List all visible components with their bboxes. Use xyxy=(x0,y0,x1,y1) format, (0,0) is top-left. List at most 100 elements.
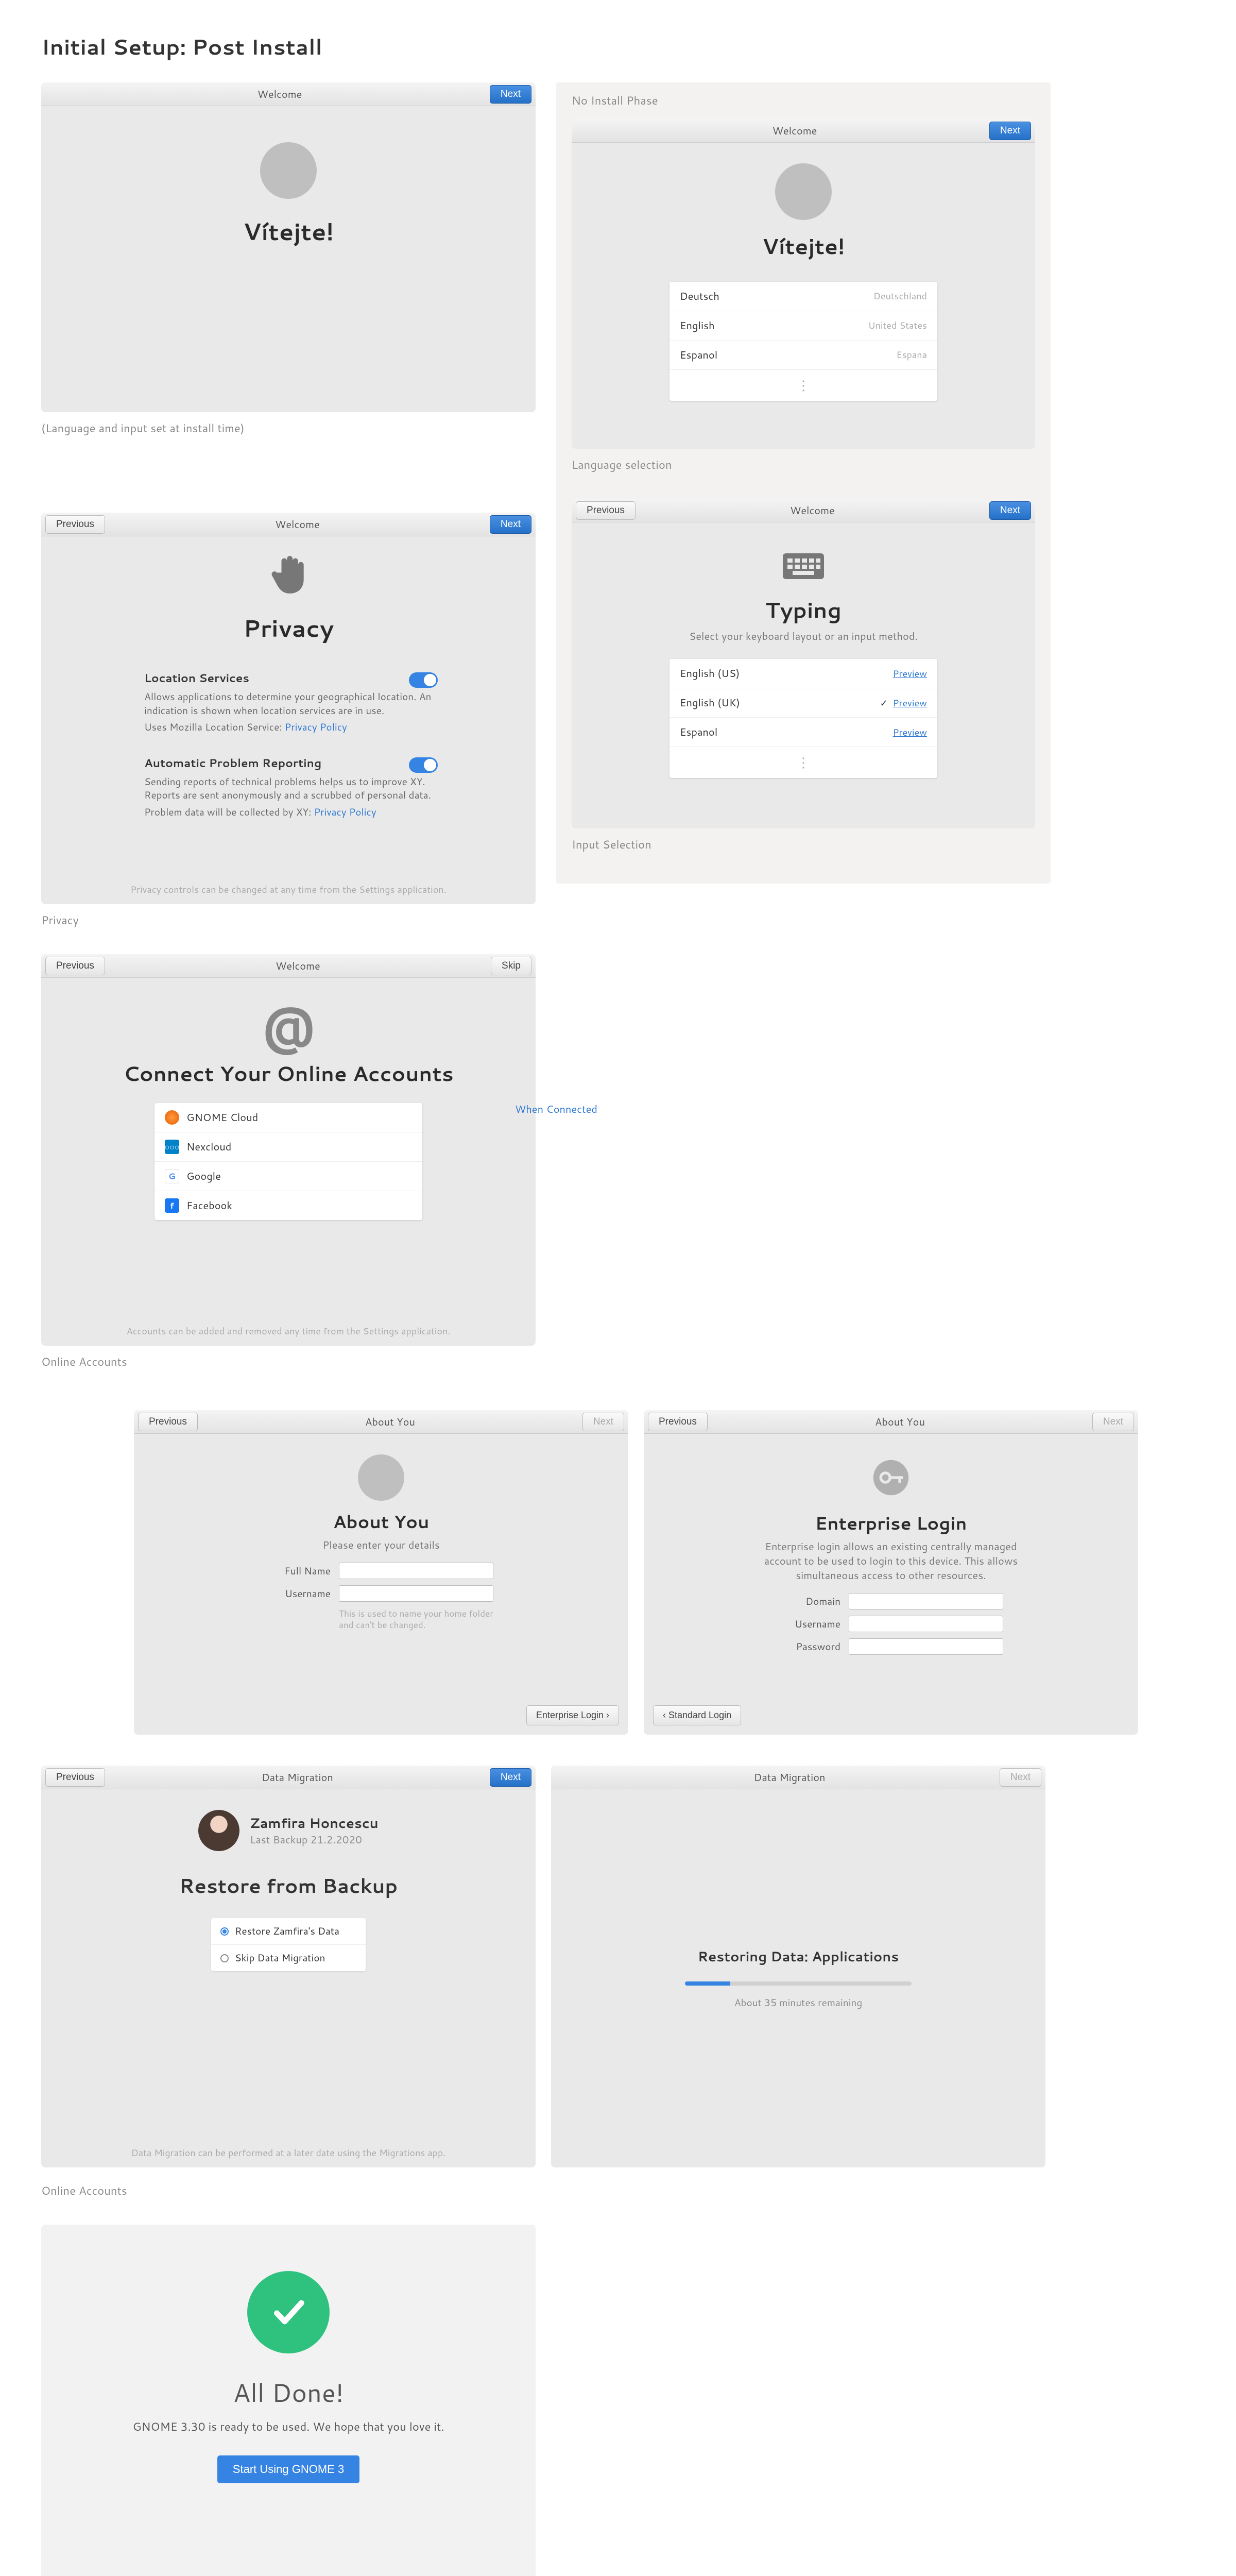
next-button[interactable]: Next xyxy=(1092,1413,1134,1431)
restore-options: Restore Zamfira's Data Skip Data Migrati… xyxy=(211,1918,366,1971)
language-list: DeutschDeutschland EnglishUnited States … xyxy=(670,282,937,401)
privacy-policy-link[interactable]: Privacy Policy xyxy=(285,720,347,734)
privacy-window: Previous Welcome Next Privacy Location S… xyxy=(41,513,536,904)
hand-icon xyxy=(265,552,312,603)
lang-row[interactable]: DeutschDeutschland xyxy=(670,282,937,311)
previous-button[interactable]: Previous xyxy=(45,1768,105,1787)
caption-welcome: (Language and input set at install time) xyxy=(41,420,536,436)
previous-button[interactable]: Previous xyxy=(576,501,636,520)
next-button[interactable]: Next xyxy=(989,501,1031,520)
location-heading: Location Services xyxy=(144,670,433,686)
typing-subtitle: Select your keyboard layout or an input … xyxy=(689,629,918,643)
kb-row[interactable]: English (US)Preview xyxy=(670,659,937,688)
window-title: About You xyxy=(198,1415,582,1429)
preview-link[interactable]: Preview xyxy=(893,696,927,709)
enterprise-title: Enterprise Login xyxy=(815,1511,967,1535)
typing-title: Typing xyxy=(765,594,842,625)
location-desc: Allows applications to determine your ge… xyxy=(144,690,433,718)
lang-row[interactable]: EnglishUnited States xyxy=(670,311,937,341)
next-button[interactable]: Next xyxy=(582,1413,624,1431)
fullname-label: Full Name xyxy=(269,1564,331,1578)
kb-row[interactable]: EspanolPreview xyxy=(670,718,937,747)
fullname-input[interactable] xyxy=(339,1563,493,1579)
lang-row[interactable]: EspanolEspana xyxy=(670,341,937,370)
welcome-window: . Welcome Next Vítejte! xyxy=(41,82,536,412)
next-button-disabled: Next xyxy=(1000,1768,1041,1787)
previous-button[interactable]: Previous xyxy=(138,1413,198,1431)
restore-footnote: Data Migration can be performed at a lat… xyxy=(41,2146,536,2159)
accounts-list: GNOME Cloud ○○○Nexcloud GGoogle fFaceboo… xyxy=(154,1103,422,1220)
account-row-gnome[interactable]: GNOME Cloud xyxy=(154,1103,422,1132)
restoring-window: . Data Migration Next Restoring Data: Ap… xyxy=(551,1766,1045,2167)
window-title: About You xyxy=(708,1415,1092,1429)
privacy-footnote: Privacy controls can be changed at any t… xyxy=(41,883,536,896)
keyboard-icon xyxy=(780,548,827,589)
start-using-button[interactable]: Start Using GNOME 3 xyxy=(217,2455,359,2483)
accounts-window: Previous Welcome Skip @ Connect Your Onl… xyxy=(41,954,536,1346)
window-title: Welcome xyxy=(105,959,491,973)
checkmark-icon xyxy=(247,2271,330,2353)
kb-row[interactable]: English (UK)✓Preview xyxy=(670,688,937,718)
avatar-placeholder xyxy=(358,1454,404,1501)
previous-button[interactable]: Previous xyxy=(45,957,105,975)
enterprise-window: Previous About You Next Enterprise Login… xyxy=(644,1410,1138,1735)
next-button[interactable]: Next xyxy=(490,515,531,534)
next-button[interactable]: Next xyxy=(490,85,531,104)
about-subtitle: Please enter your details xyxy=(322,1538,440,1552)
avatar-placeholder xyxy=(260,142,317,199)
location-services-item: Location Services Allows applications to… xyxy=(144,670,433,735)
nextcloud-icon: ○○○ xyxy=(165,1140,179,1154)
privacy-title: Privacy xyxy=(243,611,334,645)
username-input[interactable] xyxy=(339,1585,493,1602)
apr-toggle[interactable] xyxy=(409,757,438,773)
next-button[interactable]: Next xyxy=(490,1768,531,1787)
window-title: Welcome xyxy=(636,503,989,518)
keyboard-list: English (US)Preview English (UK)✓Preview… xyxy=(670,659,937,778)
previous-button[interactable]: Previous xyxy=(45,515,105,534)
window-title: Welcome xyxy=(70,87,490,101)
standard-login-button[interactable]: ‹ Standard Login xyxy=(653,1705,741,1725)
progress-bar xyxy=(685,1981,912,1986)
account-row-facebook[interactable]: fFacebook xyxy=(154,1191,422,1220)
restore-title: Restore from Backup xyxy=(179,1872,398,1900)
about-you-window: Previous About You Next About You Please… xyxy=(134,1410,628,1735)
account-row-nextcloud[interactable]: ○○○Nexcloud xyxy=(154,1132,422,1162)
preview-link[interactable]: Preview xyxy=(893,725,927,739)
radio-off-icon xyxy=(220,1954,229,1962)
password-input[interactable] xyxy=(849,1638,1003,1655)
preview-link[interactable]: Preview xyxy=(893,667,927,680)
more-row[interactable]: ⋮ xyxy=(670,747,937,778)
window-title: Welcome xyxy=(600,124,989,138)
restore-option[interactable]: Skip Data Migration xyxy=(211,1945,366,1971)
caption-input: Input Selection xyxy=(572,837,1035,853)
location-toggle[interactable] xyxy=(409,672,438,688)
caption-privacy: Privacy xyxy=(41,912,536,928)
done-subtitle: GNOME 3.30 is ready to be used. We hope … xyxy=(132,2419,444,2435)
radio-on-icon xyxy=(220,1927,229,1936)
username-label: Username xyxy=(779,1617,840,1631)
time-remaining: About 35 minutes remaining xyxy=(734,1996,863,2010)
next-button[interactable]: Next xyxy=(989,122,1031,140)
check-icon: ✓ xyxy=(880,696,888,709)
language-window: . Welcome Next Vítejte! DeutschDeutschla… xyxy=(572,119,1035,449)
last-backup: Last Backup 21.2.2020 xyxy=(250,1833,378,1847)
enterprise-login-button[interactable]: Enterprise Login › xyxy=(526,1705,619,1725)
key-icon xyxy=(868,1454,914,1505)
domain-input[interactable] xyxy=(849,1593,1003,1609)
username-input[interactable] xyxy=(849,1616,1003,1632)
skip-button[interactable]: Skip xyxy=(491,957,531,975)
alldone-window: All Done! GNOME 3.30 is ready to be used… xyxy=(41,2225,536,2576)
about-title: About You xyxy=(333,1509,430,1534)
titlebar: . Welcome Next xyxy=(41,82,536,106)
enterprise-subtitle: Enterprise login allows an existing cent… xyxy=(757,1539,1025,1583)
username-label: Username xyxy=(269,1587,331,1601)
account-row-google[interactable]: GGoogle xyxy=(154,1162,422,1191)
restore-option[interactable]: Restore Zamfira's Data xyxy=(211,1918,366,1945)
domain-label: Domain xyxy=(779,1595,840,1608)
when-connected-label: When Connected xyxy=(453,1102,659,1116)
more-row[interactable]: ⋮ xyxy=(670,370,937,401)
window-title: Welcome xyxy=(105,517,490,532)
privacy-policy-link[interactable]: Privacy Policy xyxy=(314,805,376,819)
previous-button[interactable]: Previous xyxy=(648,1413,708,1431)
done-title: All Done! xyxy=(233,2374,344,2411)
